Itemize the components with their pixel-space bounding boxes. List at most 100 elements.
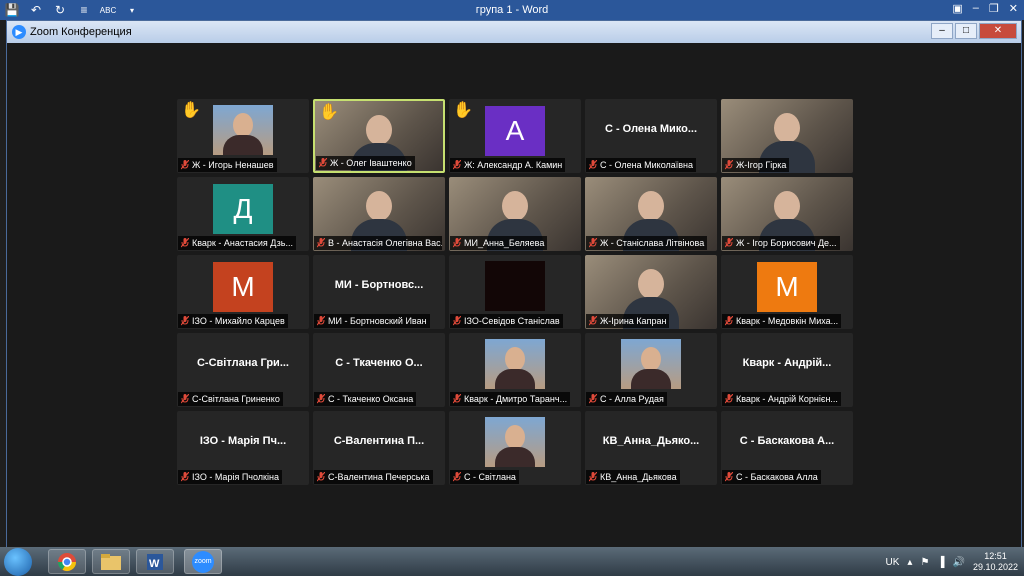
participant-tile[interactable]: С - Олена Мико... С - Олена Миколаївна [585, 99, 717, 173]
participant-tile[interactable]: ІЗО - Марія Пч... ІЗО - Марія Пчолкіна [177, 411, 309, 485]
volume-icon[interactable]: 🔊 [953, 557, 965, 568]
ribbon-options-icon[interactable]: ▣ [952, 2, 962, 15]
minimize-icon[interactable]: – [931, 23, 953, 39]
muted-mic-icon [724, 159, 734, 170]
muted-mic-icon [180, 393, 190, 404]
participant-name-label: С - Олена Миколаївна [600, 160, 694, 170]
participant-name-label: Ж - Игорь Ненашев [192, 160, 274, 170]
muted-mic-icon [180, 159, 190, 170]
participant-name-caption: Кварк - Анастасия Дзь... [178, 236, 296, 250]
participant-display-name: С - Олена Мико... [604, 123, 698, 135]
participant-silhouette [774, 191, 800, 221]
participant-display-name: Кварк - Андрій... [742, 357, 832, 369]
zoom-title-bar: ▶ Zoom Конференция – □ ✕ [7, 21, 1021, 43]
participant-tile[interactable]: Ж - Станіслава Літвінова [585, 177, 717, 251]
participant-name-caption: ІЗО - Михайло Карцев [178, 314, 288, 328]
participant-tile[interactable]: С - Світлана [449, 411, 581, 485]
participant-tile[interactable]: Ж - Ігор Борисович Де... [721, 177, 853, 251]
participant-tile[interactable]: В - Анастасія Олегівна Вас... [313, 177, 445, 251]
participant-display-name: С - Баскакова А... [739, 435, 835, 447]
participant-silhouette [366, 115, 392, 145]
participant-name-caption: С - Олена Миколаївна [586, 158, 697, 172]
participant-tile[interactable]: МИ - Бортновс... МИ - Бортновский Иван [313, 255, 445, 329]
participant-silhouette [505, 347, 525, 371]
participant-shoulders [495, 447, 535, 467]
word-title-bar: 💾 ↶ ↻ ≡ ABC ▾ група 1 - Word ▣ – ❐ ✕ [0, 0, 1024, 20]
participant-tile[interactable]: С - Алла Рудая [585, 333, 717, 407]
participant-name-label: ІЗО-Севідов Станіслав [464, 316, 560, 326]
restore-icon[interactable]: ❐ [989, 2, 999, 15]
close-icon[interactable]: ✕ [1009, 2, 1018, 15]
minimize-icon[interactable]: – [973, 2, 979, 15]
participant-tile[interactable]: ✋ Ж - Игорь Ненашев [177, 99, 309, 173]
participant-silhouette [366, 191, 392, 221]
start-button[interactable] [4, 548, 32, 576]
participant-name-label: С - Ткаченко Оксана [328, 394, 414, 404]
muted-mic-icon [588, 237, 598, 248]
participant-tile[interactable]: Ж-Ірина Капран [585, 255, 717, 329]
participant-shoulders [631, 369, 671, 389]
participant-name-caption: С - Баскакова Алла [722, 470, 821, 484]
participant-tile[interactable]: Кварк - Дмитро Таранч... [449, 333, 581, 407]
muted-mic-icon [452, 393, 462, 404]
participant-tile[interactable]: С - Баскакова А... С - Баскакова Алла [721, 411, 853, 485]
participant-tile[interactable]: М ІЗО - Михайло Карцев [177, 255, 309, 329]
chrome-icon[interactable] [48, 549, 86, 574]
participant-shoulders [223, 135, 263, 155]
participant-tile[interactable]: ІЗО-Севідов Станіслав [449, 255, 581, 329]
participant-tile[interactable]: МИ_Анна_Беляева [449, 177, 581, 251]
participant-name-caption: Ж: Александр А. Камин [450, 158, 566, 172]
participant-display-name: КВ_Анна_Дьяко... [602, 435, 700, 447]
zoom-window-controls: – □ ✕ [931, 23, 1017, 39]
language-indicator[interactable]: UK [886, 557, 900, 568]
participant-tile[interactable]: А ✋ Ж: Александр А. Камин [449, 99, 581, 173]
participant-silhouette [774, 113, 800, 143]
tray-arrow-icon[interactable]: ▴ [907, 557, 912, 568]
participant-tile[interactable]: КВ_Анна_Дьяко... КВ_Анна_Дьякова [585, 411, 717, 485]
gallery-view: ✋ Ж - Игорь Ненашев ✋ Ж - Олег Іваштенко А ✋ Ж… [7, 43, 1021, 547]
svg-text:W: W [149, 558, 160, 570]
explorer-icon[interactable] [92, 549, 130, 574]
zoom-icon[interactable]: zoom [184, 549, 222, 574]
participant-tile[interactable]: Кварк - Андрій... Кварк - Андрій Корнієн.… [721, 333, 853, 407]
participant-tile[interactable]: М Кварк - Медовкін Миха... [721, 255, 853, 329]
participant-name-caption: Кварк - Андрій Корнієн... [722, 392, 841, 406]
participant-tile[interactable]: Ж-Ігор Гірка [721, 99, 853, 173]
muted-mic-icon [316, 315, 326, 326]
participant-name-caption: МИ - Бортновский Иван [314, 314, 430, 328]
maximize-icon[interactable]: □ [955, 23, 977, 39]
participant-name-label: Ж-Ірина Капран [600, 316, 667, 326]
participant-tile[interactable]: ✋ Ж - Олег Іваштенко [313, 99, 445, 173]
network-icon[interactable]: ▐ [937, 557, 944, 568]
flag-icon[interactable]: ⚑ [920, 557, 929, 568]
participant-name-label: С - Баскакова Алла [736, 472, 818, 482]
participant-tile[interactable]: С-Світлана Гри... С-Світлана Гриненко [177, 333, 309, 407]
participant-name-caption: ІЗО - Марія Пчолкіна [178, 470, 282, 484]
muted-mic-icon [452, 471, 462, 482]
muted-mic-icon [724, 471, 734, 482]
participant-tile[interactable]: С-Валентина П... С-Валентина Печерська [313, 411, 445, 485]
participant-name-label: МИ_Анна_Беляева [464, 238, 545, 248]
participant-name-caption: С-Валентина Печерська [314, 470, 433, 484]
participant-display-name: ІЗО - Марія Пч... [199, 435, 287, 447]
close-icon[interactable]: ✕ [979, 23, 1017, 39]
participant-shoulders [495, 369, 535, 389]
participant-name-caption: МИ_Анна_Беляева [450, 236, 548, 250]
participant-tile[interactable]: Д Кварк - Анастасия Дзь... [177, 177, 309, 251]
participant-name-label: Кварк - Анастасия Дзь... [192, 238, 293, 248]
participant-avatar: М [213, 262, 273, 312]
participant-photo [485, 417, 545, 467]
muted-mic-icon [588, 393, 598, 404]
participant-display-name: С - Ткаченко О... [335, 357, 423, 369]
participant-name-label: С-Валентина Печерська [328, 472, 430, 482]
participant-tile[interactable]: С - Ткаченко О... С - Ткаченко Оксана [313, 333, 445, 407]
word-icon[interactable]: W [136, 549, 174, 574]
participant-name-label: Ж: Александр А. Камин [464, 160, 563, 170]
participant-name-caption: С-Світлана Гриненко [178, 392, 283, 406]
participant-silhouette [641, 347, 661, 371]
clock[interactable]: 12:51 29.10.2022 [973, 551, 1018, 573]
participant-photo [621, 339, 681, 389]
participant-name-label: Ж - Станіслава Літвінова [600, 238, 705, 248]
participant-name-label: Кварк - Медовкін Миха... [736, 316, 839, 326]
muted-mic-icon [588, 159, 598, 170]
